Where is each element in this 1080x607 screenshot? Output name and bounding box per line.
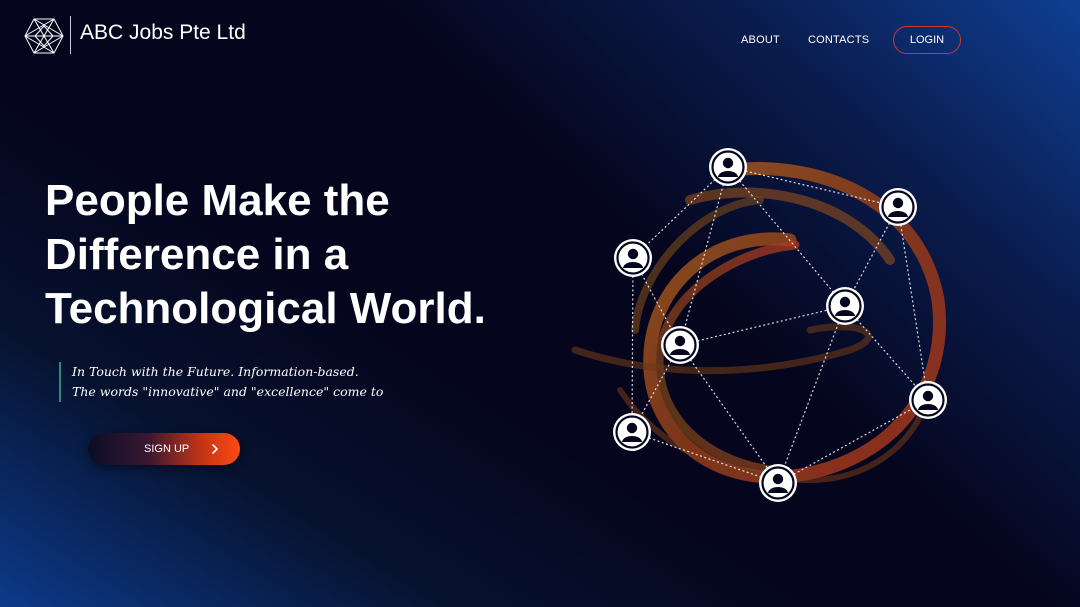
user-avatar-icon [709, 148, 747, 186]
people-network-illustration [571, 148, 947, 502]
tagline-line: The words "innovative" and "excellence" … [72, 384, 384, 399]
hero-title: People Make the Difference in a Technolo… [45, 174, 565, 336]
nav-about-link[interactable]: ABOUT [741, 34, 780, 47]
signup-label: SIGN UP [144, 443, 190, 455]
user-avatar-icon [614, 239, 652, 277]
user-avatar-icon [909, 381, 947, 419]
nav-contacts-link[interactable]: CONTACTS [808, 34, 869, 47]
brand-name[interactable]: ABC Jobs Pte Ltd [80, 21, 246, 45]
hero-title-line: Difference in a [45, 230, 349, 279]
user-avatar-icon [759, 464, 797, 502]
logo-divider [70, 16, 71, 54]
hero-title-line: Technological World. [45, 284, 486, 333]
chevron-right-icon [212, 444, 218, 454]
wireframe-polyhedron-icon[interactable] [24, 17, 64, 55]
hero-tagline: In Touch with the Future. Information-ba… [59, 362, 383, 402]
user-avatar-icon [826, 287, 864, 325]
signup-button[interactable]: SIGN UP [88, 433, 240, 465]
login-button[interactable]: LOGIN [893, 26, 961, 54]
tagline-line: In Touch with the Future. Information-ba… [72, 364, 359, 379]
user-avatar-icon [613, 413, 651, 451]
user-avatar-icon [661, 326, 699, 364]
hero-title-line: People Make the [45, 176, 390, 225]
site-header: ABC Jobs Pte Ltd ABOUT CONTACTS LOGIN [0, 0, 1080, 80]
user-avatar-icon [879, 188, 917, 226]
